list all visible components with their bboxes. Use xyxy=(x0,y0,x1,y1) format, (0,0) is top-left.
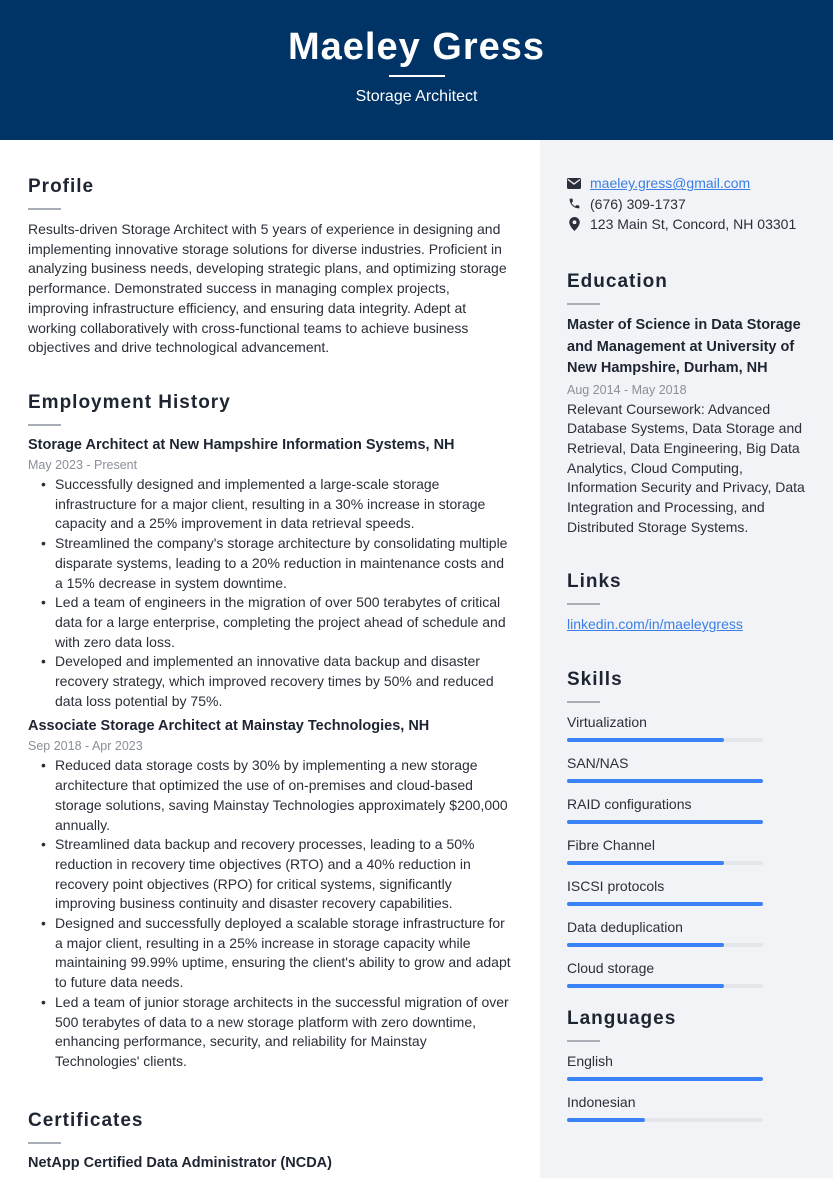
skill-item-label: Virtualization xyxy=(567,714,647,730)
skill-item-level-fill xyxy=(567,861,724,865)
section-divider xyxy=(567,1040,600,1042)
certificates-heading: Certificates xyxy=(28,1110,144,1131)
contact-email: maeley.gress@gmail.com xyxy=(567,173,817,194)
skill-item: RAID configurations xyxy=(567,795,807,824)
languages-heading: Languages xyxy=(567,1008,677,1029)
languages-section: Languages English Indonesian xyxy=(567,1008,807,1134)
job-entry: Storage Architect at New Hampshire Infor… xyxy=(28,436,513,711)
skill-item-label: Cloud storage xyxy=(567,960,655,976)
profile-heading: Profile xyxy=(28,176,95,197)
skill-item-level-fill xyxy=(567,943,724,947)
job-bullet: Designed and successfully deployed a sca… xyxy=(41,914,513,993)
job-bullet: Streamlined the company's storage archit… xyxy=(41,534,513,593)
section-divider xyxy=(28,208,61,210)
map-pin-icon xyxy=(567,217,581,232)
sidebar: maeley.gress@gmail.com (676) 309-1737 12… xyxy=(540,140,833,1178)
job-entry: Associate Storage Architect at Mainstay … xyxy=(28,717,513,1071)
job-bullet: Successfully designed and implemented a … xyxy=(41,475,513,534)
envelope-icon xyxy=(567,176,581,190)
job-bullet: Streamlined data backup and recovery pro… xyxy=(41,835,513,914)
certificates-section: Certificates NetApp Certified Data Admin… xyxy=(28,1110,513,1173)
skill-item-label: Data deduplication xyxy=(567,919,683,935)
skill-item-level-track xyxy=(567,779,763,783)
job-title: Associate Storage Architect at Mainstay … xyxy=(28,718,430,735)
skills-section: Skills Virtualization SAN/NAS RAID configu… xyxy=(567,669,807,1000)
skill-item-level-fill xyxy=(567,738,724,742)
section-divider xyxy=(567,701,600,703)
skill-item: SAN/NAS xyxy=(567,754,807,783)
job-bullets: Successfully designed and implemented a … xyxy=(41,475,513,711)
language-item-label: English xyxy=(567,1053,613,1069)
links-section: Links linkedin.com/in/maeleygress xyxy=(567,571,807,635)
language-item: English xyxy=(567,1052,807,1081)
skills-heading: Skills xyxy=(567,669,623,690)
job-bullet: Reduced data storage costs by 30% by imp… xyxy=(41,756,513,835)
skill-item-level-track xyxy=(567,738,763,742)
links-heading: Links xyxy=(567,571,622,592)
profile-section: Profile Results-driven Storage Architect… xyxy=(28,176,513,358)
language-item: Indonesian xyxy=(567,1093,807,1122)
job-bullets: Reduced data storage costs by 30% by imp… xyxy=(41,756,513,1071)
skill-item-label: Fibre Channel xyxy=(567,837,655,853)
language-item-level-fill xyxy=(567,1077,763,1081)
skill-item-level-track xyxy=(567,820,763,824)
skill-item-level-track xyxy=(567,902,763,906)
language-item-label: Indonesian xyxy=(567,1094,636,1110)
language-item-level-track xyxy=(567,1077,763,1081)
skill-item: ISCSI protocols xyxy=(567,877,807,906)
candidate-name: Maeley Gress xyxy=(287,26,546,68)
profile-text: Results-driven Storage Architect with 5 … xyxy=(28,221,507,356)
skill-item-level-fill xyxy=(567,820,763,824)
section-divider xyxy=(567,603,600,605)
skill-item: Fibre Channel xyxy=(567,836,807,865)
certificate-item: NetApp Certified Data Administrator (NCD… xyxy=(28,1155,332,1171)
contact-block: maeley.gress@gmail.com (676) 309-1737 12… xyxy=(567,173,817,235)
linkedin-link[interactable]: linkedin.com/in/maeleygress xyxy=(567,616,743,632)
skill-item-level-fill xyxy=(567,902,763,906)
job-bullet: Developed and implemented an innovative … xyxy=(41,652,513,711)
skill-item-level-track xyxy=(567,861,763,865)
employment-heading: Employment History xyxy=(28,392,231,413)
language-item-level-fill xyxy=(567,1118,646,1122)
education-description: Relevant Coursework: Advanced Database S… xyxy=(567,400,805,535)
phone-icon xyxy=(567,197,581,211)
job-dates: Sep 2018 - Apr 2023 xyxy=(28,739,143,754)
job-title: Storage Architect at New Hampshire Infor… xyxy=(28,437,455,453)
resume-header: Maeley Gress Storage Architect xyxy=(0,0,833,140)
contact-phone: (676) 309-1737 xyxy=(567,194,817,215)
header-divider xyxy=(389,75,445,77)
section-divider xyxy=(28,424,61,426)
skill-item-level-track xyxy=(567,943,763,947)
skill-item-level-fill xyxy=(567,779,763,783)
education-degree: Master of Science in Data Storage and Ma… xyxy=(567,317,801,376)
email-link[interactable]: maeley.gress@gmail.com xyxy=(590,175,750,191)
phone-text: (676) 309-1737 xyxy=(590,195,686,212)
skill-item-level-track xyxy=(567,984,763,988)
job-dates: May 2023 - Present xyxy=(28,458,138,472)
contact-address: 123 Main St, Concord, NH 03301 xyxy=(567,214,817,235)
candidate-title: Storage Architect xyxy=(355,88,478,105)
skill-item-label: RAID configurations xyxy=(567,796,692,812)
employment-section: Employment History Storage Architect at … xyxy=(28,392,513,1072)
job-bullet: Led a team of junior storage architects … xyxy=(41,993,513,1072)
languages-list: English Indonesian xyxy=(567,1052,807,1122)
education-dates: Aug 2014 - May 2018 xyxy=(567,382,687,397)
skill-item-label: SAN/NAS xyxy=(567,755,629,771)
language-item-level-track xyxy=(567,1118,763,1122)
education-heading: Education xyxy=(567,271,668,292)
skill-item: Data deduplication xyxy=(567,918,807,947)
section-divider xyxy=(28,1142,61,1144)
section-divider xyxy=(567,303,600,305)
skill-item-label: ISCSI protocols xyxy=(567,878,665,894)
skill-item: Cloud storage xyxy=(567,959,807,988)
skill-item: Virtualization xyxy=(567,713,807,742)
skills-list: Virtualization SAN/NAS RAID configurations… xyxy=(567,713,807,988)
job-bullet: Led a team of engineers in the migration… xyxy=(41,593,513,652)
skill-item-level-fill xyxy=(567,984,724,988)
education-section: Education Master of Science in Data Stor… xyxy=(567,271,807,537)
address-text: 123 Main St, Concord, NH 03301 xyxy=(590,216,797,233)
